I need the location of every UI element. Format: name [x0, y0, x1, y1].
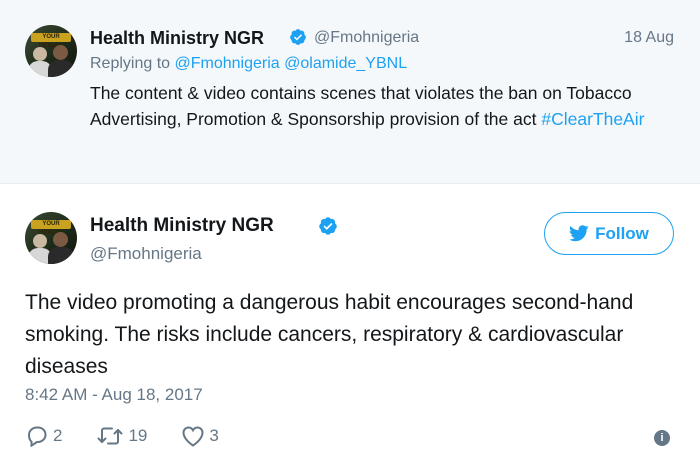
parent-author-handle[interactable]: @Fmohnigeria: [314, 29, 419, 47]
parent-avatar[interactable]: YOUR HEALTH: [25, 25, 77, 77]
reply-mention-2[interactable]: @olamide_YBNL: [284, 55, 407, 72]
reply-button[interactable]: 2: [25, 425, 62, 447]
verified-badge-icon: [290, 29, 306, 45]
avatar-banner: YOUR HEALTH: [31, 33, 71, 49]
parent-tweet-date[interactable]: 18 Aug: [624, 29, 674, 47]
like-button[interactable]: 3: [181, 425, 219, 447]
avatar-banner: YOUR HEALTH: [31, 220, 71, 236]
follow-button-label: Follow: [595, 223, 649, 243]
reply-mention-1[interactable]: @Fmohnigeria: [175, 55, 280, 72]
avatar-body-right: [48, 60, 74, 77]
main-tweet-text: The video promoting a dangerous habit en…: [25, 291, 634, 378]
replying-to-line: Replying to @Fmohnigeria @olamide_YBNL: [90, 55, 407, 73]
follow-button[interactable]: Follow: [544, 212, 674, 255]
info-icon[interactable]: i: [654, 430, 670, 446]
tweet-timestamp[interactable]: 8:42 AM - Aug 18, 2017: [25, 385, 203, 405]
avatar-person-right: [53, 232, 68, 247]
reply-count: 2: [53, 426, 63, 445]
hashtag-link[interactable]: #ClearTheAir: [541, 109, 644, 129]
parent-author-name[interactable]: Health Ministry NGR: [90, 28, 264, 49]
retweet-count: 19: [128, 426, 148, 445]
twitter-bird-icon: [569, 225, 589, 242]
retweet-icon: [97, 427, 123, 445]
avatar-body-right: [48, 247, 74, 264]
like-count: 3: [209, 426, 219, 445]
replying-to-label: Replying to: [90, 55, 171, 72]
avatar-person-left: [33, 47, 47, 61]
avatar-person-right: [53, 45, 68, 60]
like-icon: [182, 426, 204, 447]
verified-badge-icon: [319, 217, 337, 235]
parent-tweet-text: The content & video contains scenes that…: [90, 80, 670, 132]
retweet-button[interactable]: 19: [96, 425, 147, 447]
main-author-handle[interactable]: @Fmohnigeria: [90, 244, 202, 264]
main-author-name[interactable]: Health Ministry NGR: [90, 215, 274, 237]
main-avatar[interactable]: YOUR HEALTH: [25, 212, 77, 264]
tweet-actions: 2 19 3: [25, 425, 253, 447]
parent-tweet[interactable]: YOUR HEALTH Health Ministry NGR @Fmohnig…: [0, 0, 700, 184]
reply-icon: [27, 426, 47, 447]
avatar-person-left: [33, 234, 47, 248]
